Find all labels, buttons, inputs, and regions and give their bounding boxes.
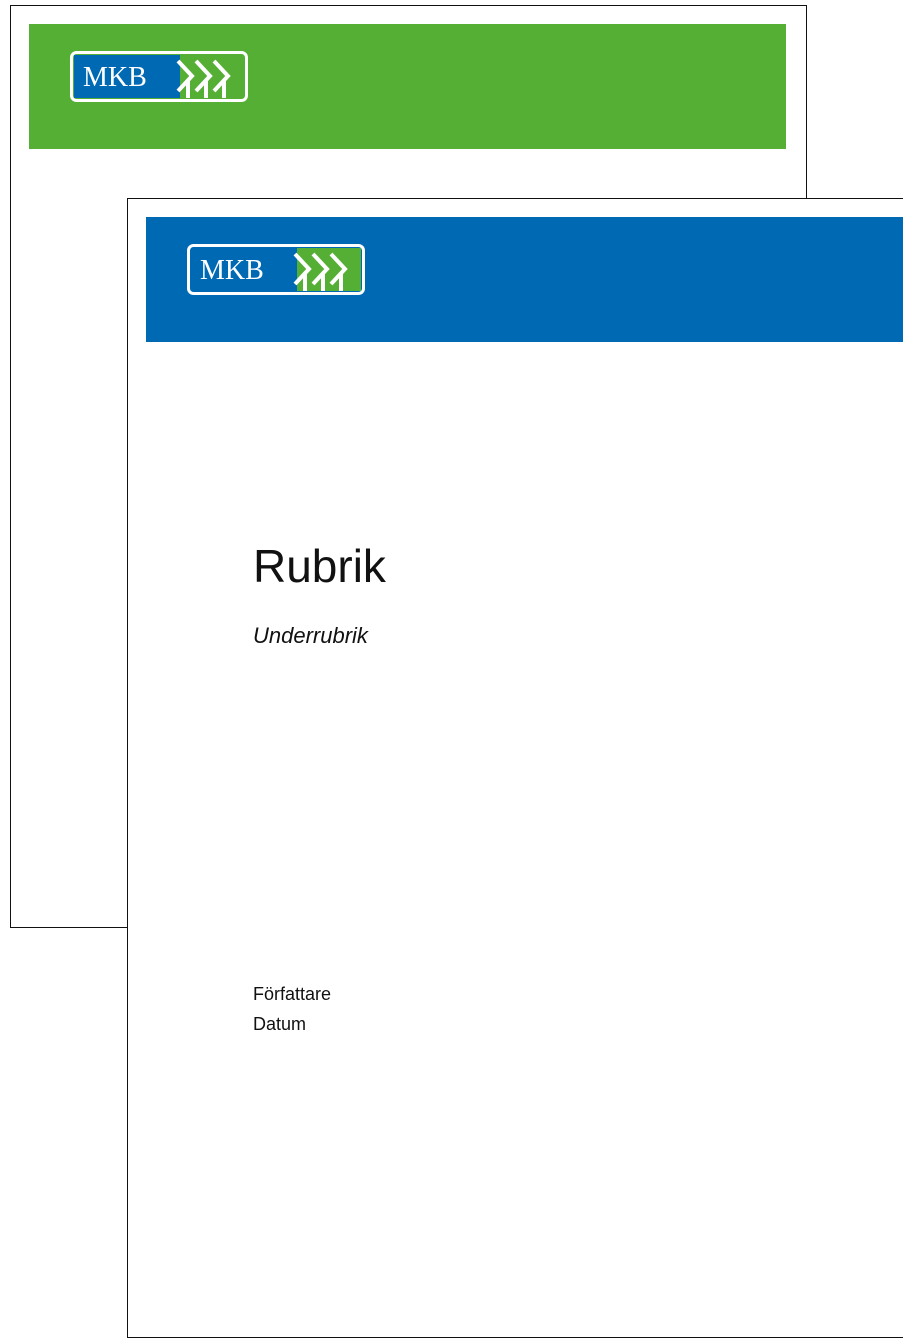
front-cover-banner: MKB <box>146 217 903 342</box>
mkb-logo: MKB <box>70 51 248 102</box>
cover-subtitle: Underrubrik <box>253 623 368 648</box>
author-line: Författare <box>253 984 332 1004</box>
date-line: Datum <box>253 1014 307 1034</box>
logo-text: MKB <box>200 255 264 286</box>
mkb-logo-graphic: MKB <box>187 244 365 295</box>
front-cover-page: MKB Rubrik Underrubrik Författare Datum <box>127 198 903 1338</box>
mkb-logo: MKB <box>187 244 365 295</box>
cover-title: Rubrik <box>253 540 386 592</box>
logo-text: MKB <box>83 62 147 93</box>
back-cover-banner: MKB <box>29 24 786 149</box>
mkb-logo-graphic: MKB <box>70 51 248 102</box>
